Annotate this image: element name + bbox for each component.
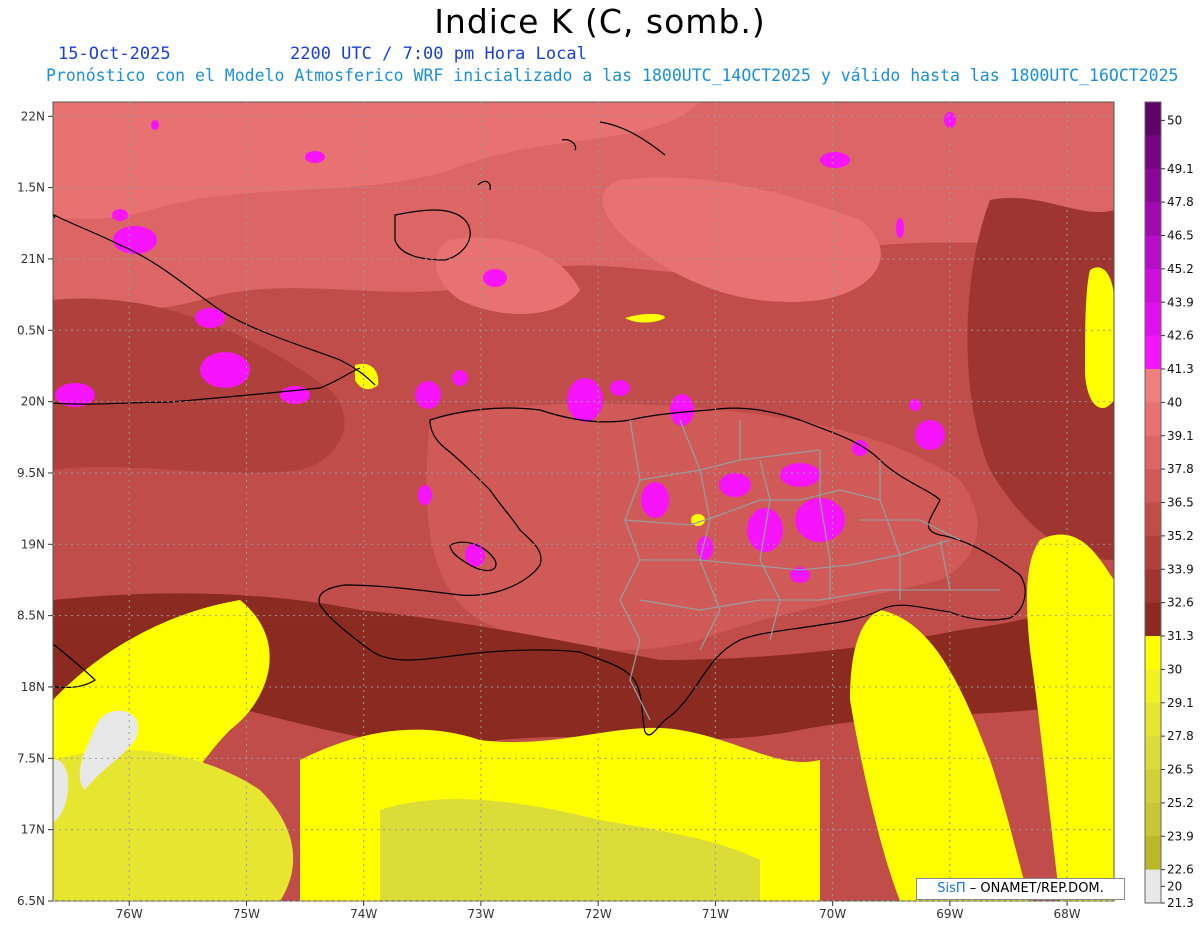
legend-label: 21.3 [1167,896,1194,910]
lon-tick-label: 68W [1054,907,1081,921]
k-index-map: 22N 1.5N 21N 0.5N 20N 9.5N 19N 8.5N 18N 7.5N 17N 6.… [17,101,1194,921]
legend-swatch [1145,836,1161,871]
lon-tick-label: 70W [819,907,846,921]
valid-time: 2200 UTC / 7:00 pm Hora Local [290,44,587,64]
lat-tick-label: 0.5N [17,323,45,337]
legend-label: 31.3 [1167,629,1194,643]
legend-label: 26.5 [1167,763,1194,777]
legend-label: 45.2 [1167,262,1194,276]
lat-tick-label: 6.5N [17,894,45,908]
legend-swatch [1145,202,1161,236]
color-legend: 50 49.1 47.8 46.5 45.2 43.9 42.6 41.3 40 39.1 37.8… [1144,101,1194,910]
legend-label: 49.1 [1167,162,1194,176]
legend-swatch [1145,435,1161,470]
legend-label: 29.1 [1167,696,1194,710]
legend-label: 47.8 [1167,195,1194,209]
legend-label: 36.5 [1167,496,1194,510]
legend-swatch [1145,869,1161,904]
legend-swatch [1145,302,1161,337]
lat-tick-label: 19N [21,537,45,551]
lat-tick-label: 9.5N [17,466,45,480]
legend-label: 37.8 [1167,462,1194,476]
lon-tick-label: 74W [350,907,377,921]
lat-tick-label: 21N [21,252,45,266]
legend-swatch [1145,502,1161,537]
legend-swatch [1145,168,1161,203]
legend-label: 33.9 [1167,562,1194,576]
legend-swatch [1145,402,1161,437]
legend-swatch [1145,369,1161,403]
lat-tick-label: 8.5N [17,609,45,623]
legend-label: 39.1 [1167,429,1194,443]
credit-brand: SisΠ [937,881,966,896]
legend-swatch [1145,769,1161,804]
legend-swatch [1145,636,1161,670]
legend-label: 35.2 [1167,529,1194,543]
legend-label: 25.2 [1167,796,1194,810]
legend-label: 22.6 [1167,863,1194,877]
legend-swatch [1145,669,1161,704]
model-description: Pronóstico con el Modelo Atmosferico WRF… [46,66,1179,85]
lon-tick-label: 71W [702,907,729,921]
lon-tick-label: 73W [467,907,494,921]
legend-label: 20 [1167,879,1182,893]
lat-tick-label: 7.5N [17,751,45,765]
legend-swatch [1145,268,1161,303]
lat-tick-label: 1.5N [17,181,45,195]
map-field [53,102,1114,901]
legend-swatch [1145,535,1161,570]
legend-swatch [1145,702,1161,737]
legend-swatch [1145,102,1161,136]
legend-swatch [1145,802,1161,837]
map-title: Indice K (C, somb.) [434,2,766,41]
legend-swatch [1145,235,1161,270]
legend-swatch [1145,736,1161,770]
legend-label: 43.9 [1167,295,1194,309]
lat-axis: 22N 1.5N 21N 0.5N 20N 9.5N 19N 8.5N 18N 7.5N 17N 6.… [17,109,53,908]
legend-label: 41.3 [1167,362,1194,376]
lon-tick-label: 72W [585,907,612,921]
lon-tick-label: 69W [936,907,963,921]
lat-tick-label: 20N [21,395,45,409]
legend-label: 40 [1167,395,1182,409]
legend-label: 30 [1167,662,1182,676]
lon-axis: 76W 75W 74W 73W 72W 71W 70W 69W 68W [116,901,1081,921]
legend-swatch [1145,469,1161,503]
lat-tick-label: 18N [21,680,45,694]
legend-label: 50 [1167,113,1182,127]
legend-label: 42.6 [1167,329,1194,343]
lat-tick-label: 17N [21,823,45,837]
credit-box: SisΠ – ONAMET/REP.DOM. [916,878,1125,900]
legend-swatch [1145,335,1161,370]
legend-swatch [1145,602,1161,637]
credit-text: – ONAMET/REP.DOM. [965,881,1104,896]
legend-label: 23.9 [1167,829,1194,843]
forecast-date: 15-Oct-2025 [58,44,171,64]
legend-swatch [1145,569,1161,604]
legend-swatch [1145,135,1161,170]
lon-tick-label: 76W [116,907,143,921]
lat-tick-label: 22N [21,109,45,123]
lon-tick-label: 75W [233,907,260,921]
legend-label: 32.6 [1167,596,1194,610]
legend-label: 46.5 [1167,229,1194,243]
legend-label: 27.8 [1167,729,1194,743]
field-yellow-ne [1085,267,1114,409]
